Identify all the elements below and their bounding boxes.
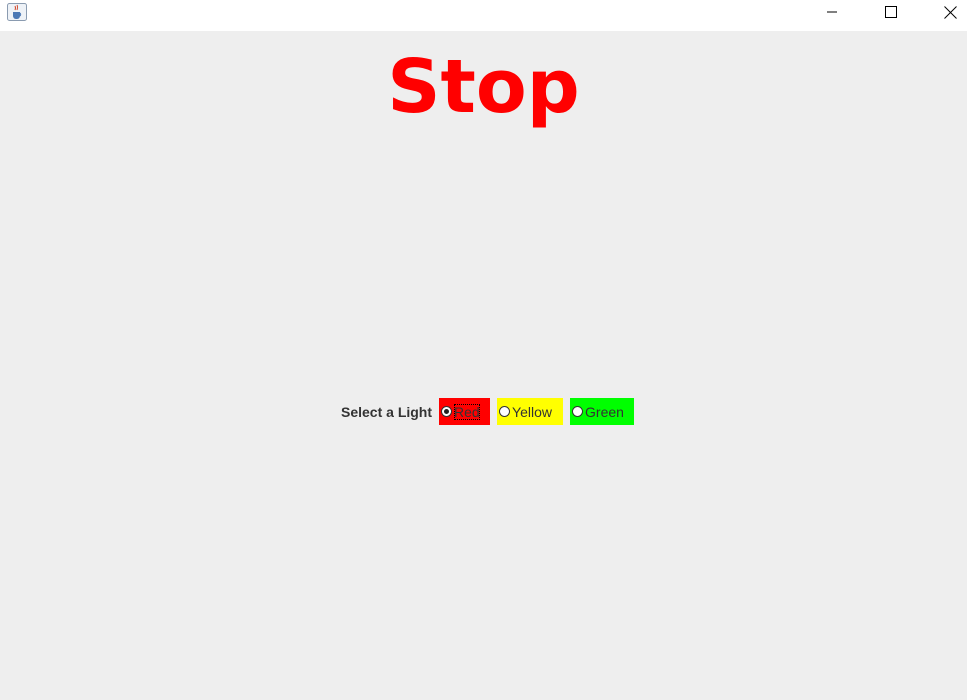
radio-red[interactable]: Red bbox=[439, 398, 491, 425]
light-status-heading: Stop bbox=[387, 44, 580, 130]
radio-button-icon[interactable] bbox=[572, 406, 584, 417]
maximize-icon bbox=[885, 6, 897, 18]
light-selector: Select a Light Red Yellow Green bbox=[341, 398, 635, 425]
radio-yellow-label[interactable]: Yellow bbox=[512, 404, 552, 420]
java-cup-icon bbox=[7, 3, 27, 21]
select-light-label: Select a Light bbox=[341, 403, 433, 420]
radio-red-label[interactable]: Red bbox=[454, 403, 480, 420]
close-icon bbox=[943, 5, 957, 19]
radio-green-label[interactable]: Green bbox=[585, 404, 624, 420]
close-button[interactable] bbox=[927, 0, 967, 24]
radio-button-icon[interactable] bbox=[499, 406, 511, 417]
title-bar bbox=[0, 0, 967, 31]
app-window: Stop Select a Light Red Yellow Green bbox=[0, 0, 967, 700]
minimize-button[interactable] bbox=[809, 0, 855, 24]
radio-button-icon[interactable] bbox=[441, 406, 453, 417]
minimize-icon bbox=[827, 11, 837, 13]
radio-yellow[interactable]: Yellow bbox=[497, 398, 564, 425]
maximize-button[interactable] bbox=[868, 0, 914, 24]
radio-green[interactable]: Green bbox=[570, 398, 635, 425]
